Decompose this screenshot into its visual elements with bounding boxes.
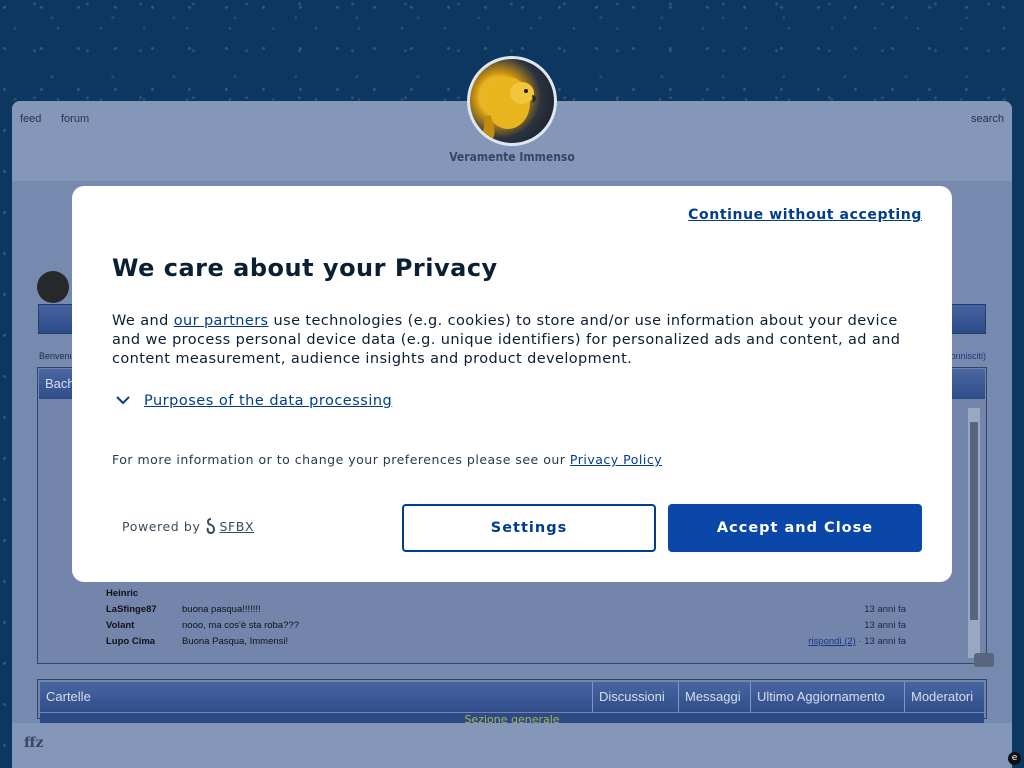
- site-avatar[interactable]: [467, 56, 557, 146]
- partners-link[interactable]: our partners: [174, 313, 269, 329]
- chevron-down-icon: [116, 396, 130, 405]
- purposes-label: Purposes of the data processing: [144, 393, 393, 409]
- powered-by: Powered by SFBX: [122, 518, 254, 534]
- powered-by-label: Powered by: [122, 518, 201, 534]
- privacy-policy-link[interactable]: Privacy Policy: [570, 452, 662, 467]
- e-badge-icon[interactable]: e: [1008, 752, 1021, 765]
- purposes-toggle[interactable]: Purposes of the data processing: [112, 392, 392, 410]
- continue-without-accepting-link[interactable]: Continue without accepting: [688, 207, 922, 223]
- consent-title: We care about your Privacy: [112, 254, 498, 282]
- consent-description: We and our partners use technologies (e.…: [112, 313, 901, 367]
- more-info-text: For more information or to change your p…: [112, 452, 663, 467]
- sfbx-link[interactable]: SFBX: [205, 518, 254, 534]
- privacy-consent-modal: Continue without accepting We care about…: [72, 186, 952, 582]
- settings-button[interactable]: Settings: [402, 504, 656, 552]
- sfbx-logo-icon: [207, 518, 216, 534]
- accept-and-close-button[interactable]: Accept and Close: [668, 504, 922, 552]
